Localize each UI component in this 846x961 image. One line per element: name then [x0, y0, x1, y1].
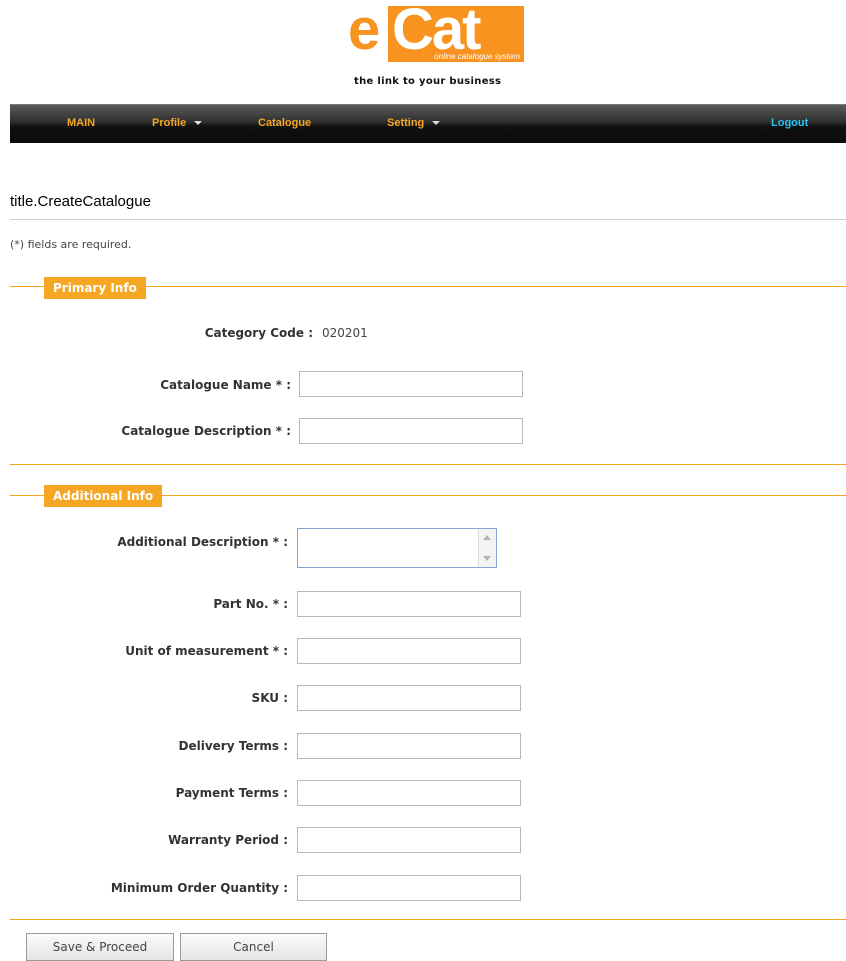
logo-mark: e Cat online catalogue system [348, 0, 524, 62]
scroll-up-icon[interactable] [483, 535, 491, 540]
additional-description-label: Additional Description * : [117, 535, 288, 549]
catalogue-name-input[interactable] [299, 371, 523, 397]
additional-section-bottom-divider [10, 919, 846, 920]
nav-profile-label: Profile [152, 117, 187, 129]
category-code-label-text: Category Code [204, 326, 304, 340]
required-note: (*) fields are required. [10, 238, 132, 251]
sku-label: SKU : [251, 691, 288, 705]
scroll-down-icon[interactable] [483, 556, 491, 561]
payment-terms-input[interactable] [297, 780, 521, 806]
nav-catalogue[interactable]: Catalogue [258, 117, 311, 129]
nav-logout[interactable]: Logout [771, 117, 808, 129]
catalogue-description-input[interactable] [299, 418, 523, 444]
delivery-terms-label: Delivery Terms : [178, 739, 288, 753]
catalogue-name-label: Catalogue Name * : [160, 378, 291, 392]
minimum-order-quantity-input[interactable] [297, 875, 521, 901]
cancel-button[interactable]: Cancel [180, 933, 327, 961]
title-divider [10, 219, 846, 220]
additional-description-textarea[interactable] [297, 528, 497, 568]
primary-section-bottom-divider [10, 464, 846, 465]
sku-input[interactable] [297, 685, 521, 711]
nav-setting[interactable]: Setting [387, 117, 441, 129]
additional-info-heading: Additional Info [44, 485, 163, 507]
catalogue-description-label: Catalogue Description * : [121, 424, 291, 438]
unit-of-measurement-input[interactable] [297, 638, 521, 664]
logo-cat: Cat [392, 0, 481, 62]
logo-subtitle: online catalogue system [434, 52, 520, 61]
textarea-scrollbar[interactable] [478, 529, 496, 567]
tagline: the link to your business [354, 76, 502, 87]
minimum-order-quantity-label: Minimum Order Quantity : [110, 881, 288, 895]
warranty-period-input[interactable] [297, 827, 521, 853]
save-and-proceed-button[interactable]: Save & Proceed [26, 933, 174, 961]
logo-e: e [348, 0, 380, 62]
payment-terms-label: Payment Terms : [175, 786, 288, 800]
nav-profile[interactable]: Profile [152, 117, 203, 129]
category-code-colon: : [308, 326, 313, 340]
warranty-period-label: Warranty Period : [168, 833, 288, 847]
main-navbar: MAIN Profile Catalogue Setting Logout [10, 104, 846, 143]
primary-info-heading: Primary Info [44, 277, 146, 299]
nav-setting-label: Setting [387, 117, 425, 129]
chevron-down-icon [432, 121, 441, 126]
category-code-value: 020201 [322, 326, 368, 340]
ecat-logo: e Cat online catalogue system the link t… [348, 0, 524, 94]
nav-main[interactable]: MAIN [67, 117, 95, 129]
delivery-terms-input[interactable] [297, 733, 521, 759]
page-title: title.CreateCatalogue [10, 193, 151, 210]
part-no-label: Part No. * : [213, 597, 288, 611]
part-no-input[interactable] [297, 591, 521, 617]
unit-of-measurement-label: Unit of measurement * : [125, 644, 288, 658]
chevron-down-icon [194, 121, 203, 126]
category-code-label: Category Code : [205, 326, 313, 340]
